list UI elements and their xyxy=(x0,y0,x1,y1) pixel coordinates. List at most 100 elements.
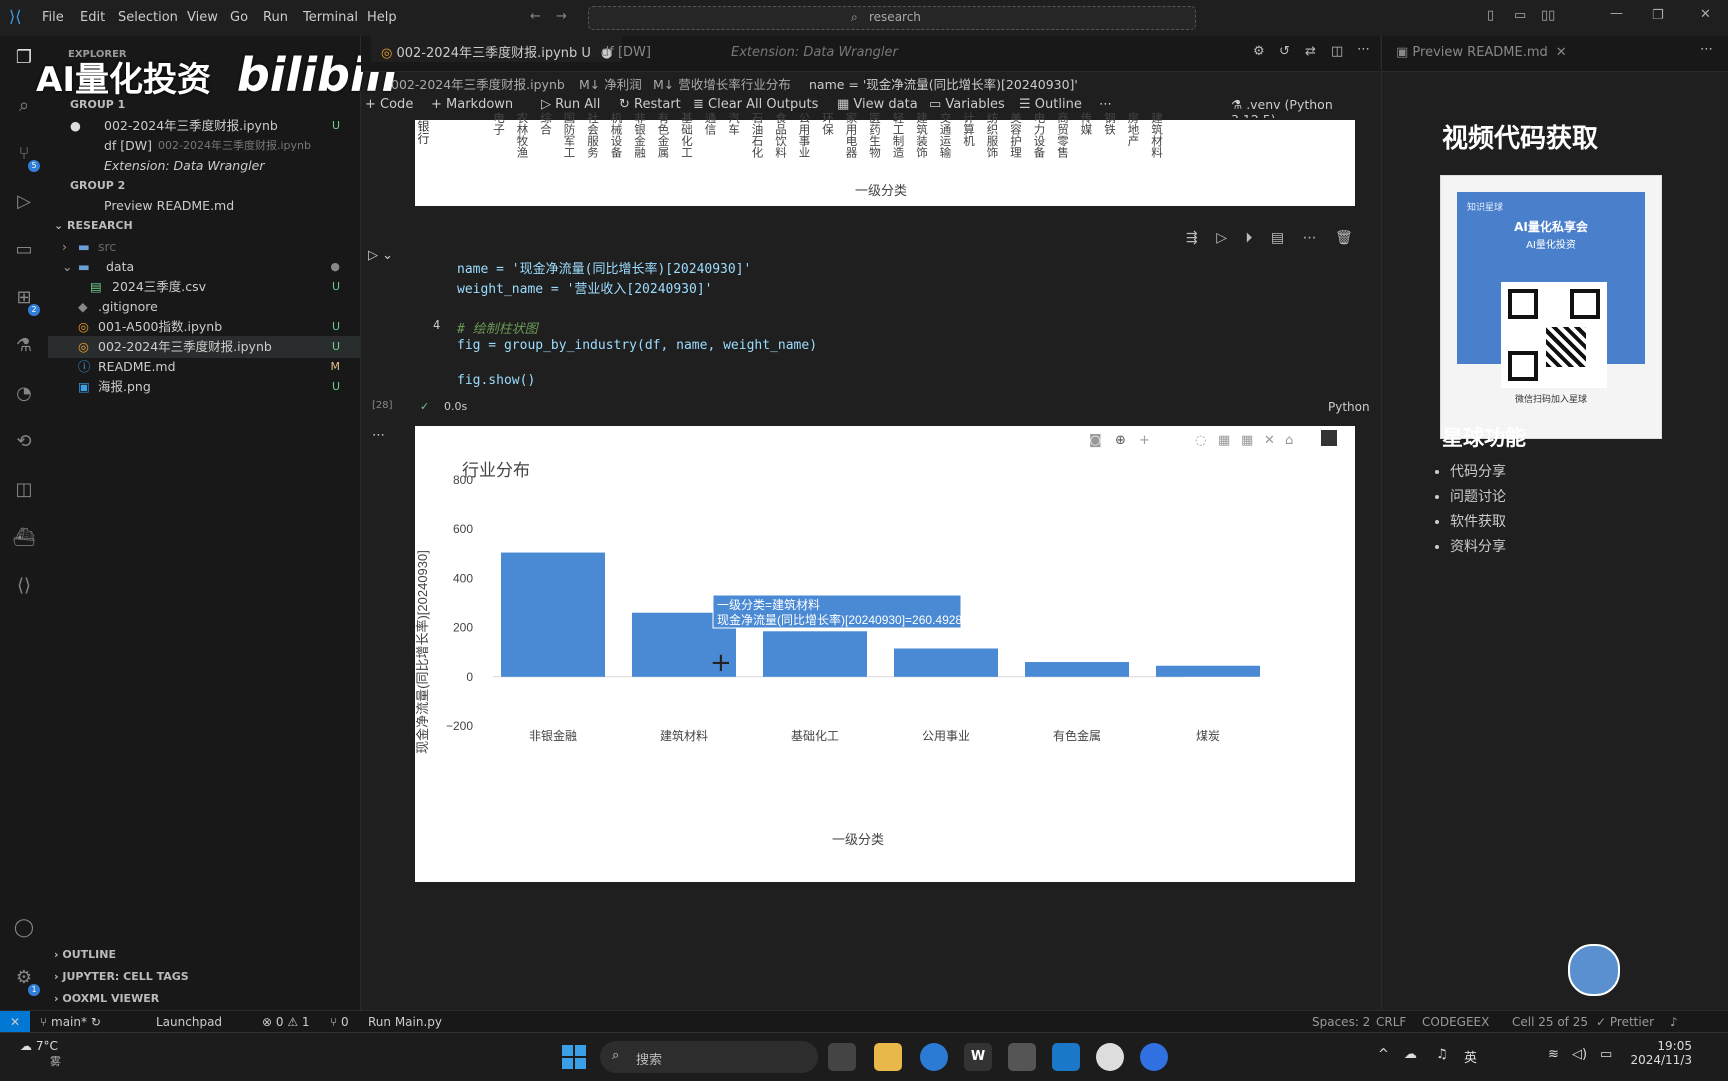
chrome-icon[interactable] xyxy=(1096,1043,1124,1071)
menu-selection[interactable]: Selection xyxy=(118,10,178,25)
wifi-icon[interactable]: ≋ xyxy=(1548,1047,1559,1062)
breadcrumb-section-2[interactable]: M↓ 营收增长率行业分布 xyxy=(653,74,791,93)
search-icon[interactable]: ⌕ xyxy=(12,94,36,118)
weather-widget[interactable]: ☁ 7°C 雾 xyxy=(20,1039,61,1069)
bar[interactable] xyxy=(1025,662,1129,677)
back-arrow-icon[interactable]: ← xyxy=(530,9,541,24)
restore-icon[interactable]: ❐ xyxy=(1652,8,1664,23)
testing-icon[interactable]: ⚗ xyxy=(12,334,36,358)
tray-chevron-icon[interactable]: ^ xyxy=(1378,1047,1389,1062)
toggle-sidebar-icon[interactable]: ▯ xyxy=(1487,8,1494,23)
codegeex-icon[interactable]: ⟨⟩ xyxy=(12,574,36,598)
breadcrumb-symbol[interactable]: name = '现金净流量(同比增长率)[20240930]' xyxy=(809,74,1078,93)
battery-icon[interactable]: ▭ xyxy=(1600,1047,1612,1062)
tab-data-wrangler[interactable]: Extension: Data Wrangler xyxy=(731,45,898,60)
compare-icon[interactable]: ⇄ xyxy=(1305,44,1316,59)
folder-data[interactable]: ⌄ ▬ data ● xyxy=(48,256,360,278)
volume-icon[interactable]: ◁) xyxy=(1572,1047,1587,1062)
settings-gear-icon[interactable]: ⚙ xyxy=(1253,44,1265,59)
jupyter-icon[interactable]: ◫ xyxy=(12,478,36,502)
indentation-indicator[interactable]: Spaces: 2 xyxy=(1312,1015,1370,1029)
breadcrumb-section-1[interactable]: M↓ 净利润 xyxy=(579,74,642,93)
outline-button[interactable]: ☰ Outline xyxy=(1019,97,1082,112)
zoom-in-icon[interactable]: ▦ xyxy=(1218,433,1230,448)
menu-help[interactable]: Help xyxy=(367,10,397,25)
menu-file[interactable]: File xyxy=(42,10,64,25)
file-csv[interactable]: ▤ 2024三季度.csv U xyxy=(48,276,360,298)
clock[interactable]: 19:05 2024/11/3 xyxy=(1622,1039,1692,1067)
taskbar-search[interactable]: ⌕ 搜索 xyxy=(600,1041,818,1073)
history-icon[interactable]: ↺ xyxy=(1279,44,1290,59)
menu-run[interactable]: Run xyxy=(263,10,288,25)
microphone-icon[interactable]: ♫ xyxy=(1436,1047,1448,1062)
git-branch[interactable]: ⑂ main* ↻ xyxy=(40,1015,101,1029)
forward-arrow-icon[interactable]: → xyxy=(556,9,567,24)
plotly-logo-icon[interactable] xyxy=(1321,430,1337,446)
live-share-icon[interactable]: ⟲ xyxy=(12,430,36,454)
open-editor-preview-readme[interactable]: Preview README.md xyxy=(48,195,360,217)
bar[interactable] xyxy=(894,648,998,677)
plotly-chart[interactable]: 行业分布 ◙ ⊕ + ◌ ▦ ▦ ✕ ⌂ 800 600 400 200 0 −200 非银… xyxy=(415,426,1355,882)
open-editor-df[interactable]: df [DW] 002-2024年三季度财报.ipynb xyxy=(48,135,360,157)
menu-terminal[interactable]: Terminal xyxy=(303,10,358,25)
breadcrumb-file[interactable]: 002-2024年三季度财报.ipynb xyxy=(391,74,565,93)
preview-more-icon[interactable]: ⋯ xyxy=(1700,42,1713,57)
zoom-out-icon[interactable]: ▦ xyxy=(1241,433,1253,448)
run-all-button[interactable]: ▷ Run All xyxy=(541,97,600,112)
start-button[interactable] xyxy=(560,1043,588,1071)
menu-go[interactable]: Go xyxy=(230,10,248,25)
file-poster-png[interactable]: ▣ 海报.png U xyxy=(48,376,360,398)
run-main-button[interactable]: Run Main.py xyxy=(368,1015,442,1029)
bar[interactable] xyxy=(1156,665,1260,677)
account-icon[interactable]: ◯ xyxy=(12,916,36,940)
ooxml-viewer-section[interactable]: › OOXML VIEWER xyxy=(54,988,366,1010)
ime-indicator[interactable]: 英 xyxy=(1464,1047,1477,1066)
more-actions-icon[interactable]: ⋯ xyxy=(1357,42,1370,57)
toggle-panel-icon[interactable]: ▭ xyxy=(1514,8,1526,23)
outline-section[interactable]: › OUTLINE xyxy=(54,944,366,966)
file-explorer-icon[interactable] xyxy=(874,1043,902,1071)
add-markdown-button[interactable]: + Markdown xyxy=(431,97,513,112)
notifications-icon[interactable]: ♪ xyxy=(1670,1015,1678,1029)
browser-e-icon[interactable] xyxy=(1140,1043,1168,1071)
view-data-button[interactable]: ▦ View data xyxy=(837,97,918,112)
file-gitignore[interactable]: ◆ .gitignore xyxy=(48,296,360,318)
docker-icon[interactable]: ⛴ xyxy=(12,526,36,550)
command-center-search[interactable]: ⌕ research xyxy=(588,6,1196,30)
wps-icon[interactable]: W xyxy=(964,1043,992,1071)
explorer-icon[interactable]: ❐ xyxy=(12,46,36,70)
file-notebook-a500[interactable]: ◎ 001-A500指数.ipynb U xyxy=(48,316,360,338)
codegeex-status[interactable]: CODEGEEX xyxy=(1422,1015,1489,1029)
open-editor-data-wrangler[interactable]: Extension: Data Wrangler xyxy=(48,155,360,177)
menu-edit[interactable]: Edit xyxy=(80,10,105,25)
folder-src[interactable]: › ▬ src xyxy=(48,236,360,258)
prettier-status[interactable]: ✓ Prettier xyxy=(1596,1015,1654,1029)
lasso-icon[interactable]: ◌ xyxy=(1195,433,1206,448)
vscode-taskbar-icon[interactable] xyxy=(1052,1043,1080,1071)
launchpad-button[interactable]: Launchpad xyxy=(156,1015,222,1029)
reset-axes-icon[interactable]: ⌂ xyxy=(1285,433,1293,448)
file-notebook-report[interactable]: ◎ 002-2024年三季度财报.ipynb U xyxy=(48,336,360,358)
timeline-icon[interactable]: ◔ xyxy=(12,382,36,406)
eol-indicator[interactable]: CRLF xyxy=(1376,1015,1406,1029)
onedrive-icon[interactable]: ☁ xyxy=(1404,1047,1417,1062)
tab-df[interactable]: df [DW] xyxy=(601,45,651,60)
output-more-icon[interactable]: ⋯ xyxy=(372,428,385,443)
file-readme[interactable]: ⓘ README.md M xyxy=(48,356,360,378)
minimize-icon[interactable]: — xyxy=(1610,6,1623,21)
remote-explorer-icon[interactable]: ▭ xyxy=(12,238,36,262)
clear-outputs-button[interactable]: ≣ Clear All Outputs xyxy=(693,97,818,112)
edge-browser-icon[interactable] xyxy=(920,1043,948,1071)
tab-notebook[interactable]: ◎ 002-2024年三季度财报.ipynb U ● xyxy=(371,36,623,62)
code-cell[interactable]: name = '现金净流量(同比增长率)[20240930]' weight_n… xyxy=(415,243,1355,393)
remote-indicator-icon[interactable]: ✕ xyxy=(0,1011,30,1033)
task-view-icon[interactable] xyxy=(828,1043,856,1071)
bar[interactable] xyxy=(763,631,867,677)
autoscale-icon[interactable]: ✕ xyxy=(1264,433,1275,448)
group-2-header[interactable]: GROUP 2 xyxy=(70,175,382,197)
bar[interactable] xyxy=(501,552,605,677)
open-editor-notebook[interactable]: ● 002-2024年三季度财报.ipynb U xyxy=(48,115,360,137)
split-editor-icon[interactable]: ◫ xyxy=(1331,44,1343,59)
camera-icon[interactable]: ◙ xyxy=(1089,433,1102,448)
ports-indicator[interactable]: ⑂ 0 xyxy=(330,1015,349,1029)
